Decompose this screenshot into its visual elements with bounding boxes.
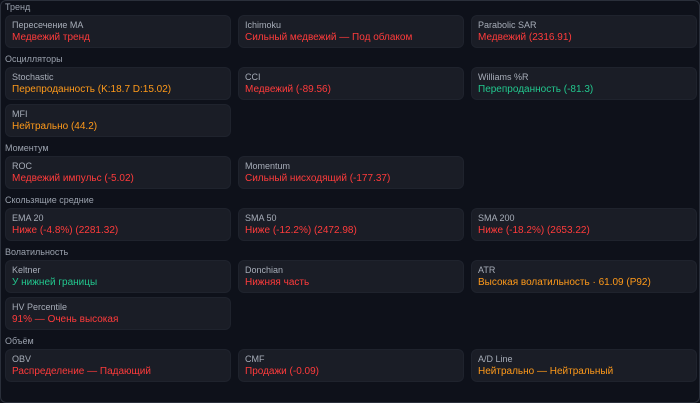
indicator-card-obv: OBV Распределение — Падающий	[5, 349, 231, 382]
indicator-card-mfi: MFI Нейтрально (44.2)	[5, 104, 231, 137]
indicator-card-ichimoku: Ichimoku Сильный медвежий — Под облаком	[238, 15, 464, 48]
indicator-card-stochastic: Stochastic Перепроданность (K:18.7 D:15.…	[5, 67, 231, 100]
indicator-value: Продажи (-0.09)	[245, 366, 319, 377]
indicator-label: Пересечение МА	[12, 20, 84, 30]
indicator-value: Ниже (-12.2%) (2472.98)	[245, 225, 357, 236]
indicator-value: Ниже (-4.8%) (2281.32)	[12, 225, 119, 236]
indicator-card-roc: ROC Медвежий импульс (-5.02)	[5, 156, 231, 189]
indicator-label: SMA 200	[478, 213, 515, 223]
indicator-value: Сильный медвежий — Под облаком	[245, 32, 413, 43]
indicator-sections: Тренд Пересечение МА Медвежий тренд Ichi…	[1, 1, 699, 382]
section-title-volume: Объём	[5, 336, 34, 346]
indicator-card-sma-50: SMA 50 Ниже (-12.2%) (2472.98)	[238, 208, 464, 241]
indicator-label: HV Percentile	[12, 302, 68, 312]
indicator-value: Медвежий тренд	[12, 32, 90, 43]
indicator-card-keltner: Keltner У нижней границы	[5, 260, 231, 293]
indicator-label: OBV	[12, 354, 32, 364]
indicator-card-williams-r: Williams %R Перепроданность (-81.3)	[471, 67, 697, 100]
indicator-value: Распределение — Падающий	[12, 366, 151, 377]
indicator-card-parabolic-sar: Parabolic SAR Медвежий (2316.91)	[471, 15, 697, 48]
indicator-label: Momentum	[245, 161, 291, 171]
indicator-label: Stochastic	[12, 72, 54, 82]
indicator-card-cmf: CMF Продажи (-0.09)	[238, 349, 464, 382]
indicator-card-donchian: Donchian Нижняя часть	[238, 260, 464, 293]
section-title-moving-averages: Скользящие средние	[5, 195, 94, 205]
indicator-card-ma-cross: Пересечение МА Медвежий тренд	[5, 15, 231, 48]
section-grid-oscillators: Stochastic Перепроданность (K:18.7 D:15.…	[5, 67, 697, 137]
indicator-label: EMA 20	[12, 213, 44, 223]
indicator-label: MFI	[12, 109, 28, 119]
indicator-value: Медвежий импульс (-5.02)	[12, 173, 134, 184]
indicator-card-hv-percentile: HV Percentile 91% — Очень высокая	[5, 297, 231, 330]
indicator-value: Нейтрально — Нейтральный	[478, 366, 614, 377]
indicator-value: 91% — Очень высокая	[12, 314, 119, 325]
indicator-label: CMF	[245, 354, 265, 364]
section-grid-moving-averages: EMA 20 Ниже (-4.8%) (2281.32) SMA 50 Ниж…	[5, 208, 697, 241]
indicator-card-cci: CCI Медвежий (-89.56)	[238, 67, 464, 100]
indicator-value: Перепроданность (-81.3)	[478, 84, 594, 95]
indicator-value: Нижняя часть	[245, 277, 310, 288]
indicator-label: Donchian	[245, 265, 284, 275]
indicator-panel: Тренд Пересечение МА Медвежий тренд Ichi…	[0, 0, 700, 403]
indicator-label: Parabolic SAR	[478, 20, 537, 30]
indicator-value: Ниже (-18.2%) (2653.22)	[478, 225, 590, 236]
section-title-oscillators: Осцилляторы	[5, 54, 63, 64]
indicator-card-atr: ATR Высокая волатильность · 61.09 (P92)	[471, 260, 697, 293]
indicator-card-ema-20: EMA 20 Ниже (-4.8%) (2281.32)	[5, 208, 231, 241]
indicator-label: SMA 50	[245, 213, 277, 223]
section-grid-volume: OBV Распределение — Падающий CMF Продажи…	[5, 349, 697, 382]
indicator-value: Медвежий (2316.91)	[478, 32, 572, 43]
indicator-label: Keltner	[12, 265, 41, 275]
indicator-label: ROC	[12, 161, 32, 171]
indicator-value: Высокая волатильность · 61.09 (P92)	[478, 277, 651, 288]
section-grid-trend: Пересечение МА Медвежий тренд Ichimoku С…	[5, 15, 697, 48]
indicator-value: У нижней границы	[12, 277, 98, 288]
section-grid-momentum: ROC Медвежий импульс (-5.02) Momentum Си…	[5, 156, 695, 189]
indicator-label: Ichimoku	[245, 20, 282, 30]
section-title-trend: Тренд	[5, 2, 31, 12]
indicator-card-ad-line: A/D Line Нейтрально — Нейтральный	[471, 349, 697, 382]
section-title-momentum: Моментум	[5, 143, 49, 153]
indicator-card-sma-200: SMA 200 Ниже (-18.2%) (2653.22)	[471, 208, 697, 241]
section-title-volatility: Волатильность	[5, 247, 69, 257]
indicator-label: ATR	[478, 265, 496, 275]
indicator-value: Сильный нисходящий (-177.37)	[245, 173, 391, 184]
indicator-label: A/D Line	[478, 354, 513, 364]
section-grid-volatility: Keltner У нижней границы Donchian Нижняя…	[5, 260, 697, 330]
indicator-card-momentum: Momentum Сильный нисходящий (-177.37)	[238, 156, 464, 189]
indicator-value: Перепроданность (K:18.7 D:15.02)	[12, 84, 172, 95]
indicator-label: CCI	[245, 72, 261, 82]
indicator-label: Williams %R	[478, 72, 529, 82]
indicator-value: Нейтрально (44.2)	[12, 121, 98, 132]
indicator-value: Медвежий (-89.56)	[245, 84, 331, 95]
